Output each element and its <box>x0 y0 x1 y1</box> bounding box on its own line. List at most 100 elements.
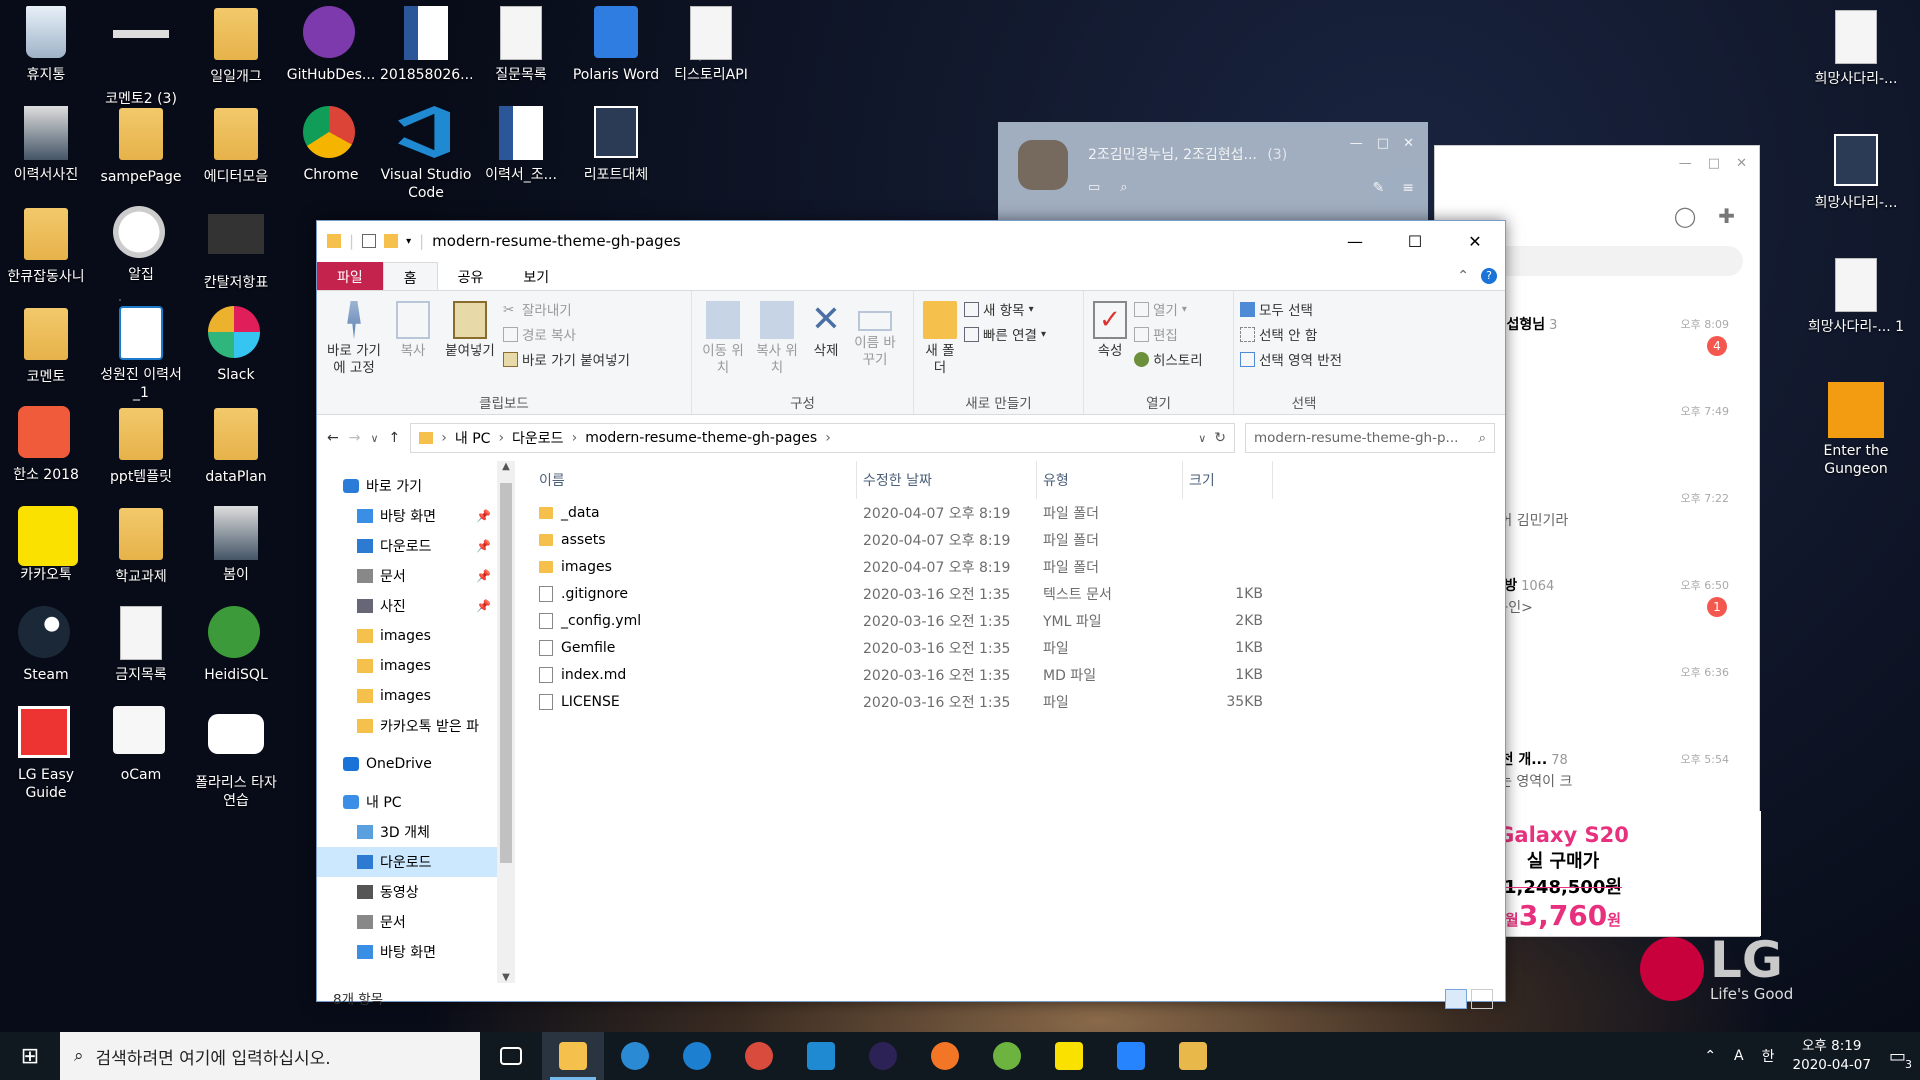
taskbar-eclipse[interactable] <box>852 1032 914 1080</box>
nav-item[interactable]: 다운로드 <box>317 847 497 877</box>
desktop-icon[interactable]: 한소 2018 <box>0 406 92 484</box>
nav-item[interactable]: 바탕 화면 <box>317 937 497 967</box>
pin-quick-access-button[interactable]: 바로 가기에 고정 <box>323 297 385 394</box>
nav-item[interactable]: 문서 📌 <box>317 561 497 591</box>
nav-item[interactable]: images <box>317 681 497 711</box>
select-all-button[interactable]: 모두 선택 <box>1240 299 1342 319</box>
address-dropdown-icon[interactable]: ∨ <box>1198 432 1206 445</box>
desktop-icon[interactable]: 201858026... <box>380 6 472 84</box>
nav-item[interactable]: 바로 가기 <box>317 471 497 501</box>
minimize-icon[interactable]: — <box>1350 136 1363 151</box>
taskbar-kakaotalk[interactable] <box>1038 1032 1100 1080</box>
up-icon[interactable]: ↑ <box>389 430 401 446</box>
desktop-icon[interactable]: Polaris Word <box>570 6 662 84</box>
invert-selection-button[interactable]: 선택 영역 반전 <box>1240 349 1342 369</box>
file-row[interactable]: Gemfile 2020-03-16 오전 1:35 파일 1KB <box>533 634 1505 661</box>
open-button[interactable]: 열기 ▾ <box>1134 299 1203 319</box>
copy-to-button[interactable]: 복사 위치 <box>752 297 802 394</box>
desktop-icon[interactable]: Enter the Gungeon <box>1806 382 1906 478</box>
column-type[interactable]: 유형 <box>1037 461 1183 499</box>
desktop-icon[interactable]: 리포트대체 <box>570 106 662 184</box>
desktop-icon[interactable]: 금지목록 <box>95 606 187 684</box>
new-folder-icon[interactable] <box>384 234 399 248</box>
taskbar-internet-explorer[interactable] <box>604 1032 666 1080</box>
taskbar-paint[interactable] <box>1162 1032 1224 1080</box>
tab-view[interactable]: 보기 <box>503 262 569 290</box>
column-date[interactable]: 수정한 날짜 <box>857 461 1037 499</box>
collapse-ribbon-icon[interactable]: ⌃ <box>1457 268 1469 284</box>
qat-dropdown-icon[interactable]: ▾ <box>406 236 411 247</box>
breadcrumb-downloads[interactable]: 다운로드 <box>512 428 564 448</box>
address-bar[interactable]: › 내 PC › 다운로드 › modern-resume-theme-gh-p… <box>410 423 1235 453</box>
desktop-icon[interactable]: 성원진 이력서_1 <box>95 306 187 402</box>
maximize-icon[interactable]: □ <box>1377 136 1389 151</box>
nav-scrollbar[interactable]: ▲ ▼ <box>497 461 515 983</box>
taskbar-vscode[interactable] <box>790 1032 852 1080</box>
select-none-button[interactable]: 선택 안 함 <box>1240 324 1342 344</box>
desktop-icon[interactable]: 이력서_조... <box>475 106 567 184</box>
copy-button[interactable]: 복사 <box>389 297 437 394</box>
close-icon[interactable]: ✕ <box>1403 136 1414 151</box>
desktop-icon[interactable]: 칸탈저항표 <box>190 206 282 292</box>
column-size[interactable]: 크기 <box>1183 461 1273 499</box>
file-row[interactable]: index.md 2020-03-16 오전 1:35 MD 파일 1KB <box>533 661 1505 688</box>
desktop-icon[interactable]: 티스토리API <box>665 6 757 84</box>
new-chat-icon[interactable]: ✚ <box>1718 204 1735 228</box>
properties-icon[interactable] <box>362 234 377 248</box>
nav-item[interactable]: 동영상 <box>317 877 497 907</box>
clock[interactable]: 오후 8:19 2020-04-07 <box>1793 1037 1871 1075</box>
desktop-icon[interactable]: 한큐잡동사니 <box>0 206 92 286</box>
properties-button[interactable]: ✓ 속성 <box>1090 297 1130 394</box>
nav-item[interactable]: 카카오톡 받은 파 <box>317 711 497 741</box>
paste-button[interactable]: 붙여넣기 <box>441 297 499 394</box>
desktop-icon[interactable]: Steam <box>0 606 92 684</box>
back-icon[interactable]: ← <box>327 430 339 446</box>
scroll-down-icon[interactable]: ▼ <box>497 972 515 983</box>
desktop-icon[interactable]: 카카오톡 <box>0 506 92 584</box>
desktop-icon[interactable]: LG Easy Guide <box>0 706 92 802</box>
ime-mode-a[interactable]: A <box>1734 1048 1744 1064</box>
desktop-icon[interactable]: oCam <box>95 706 187 784</box>
history-button[interactable]: 히스토리 <box>1134 349 1203 369</box>
cut-button[interactable]: ✂ 잘라내기 <box>503 299 630 320</box>
nav-item[interactable]: 문서 <box>317 907 497 937</box>
forward-icon[interactable]: → <box>349 430 361 446</box>
menu-icon[interactable]: ≡ <box>1402 180 1414 196</box>
desktop-icon[interactable]: GitHubDes... <box>285 6 377 84</box>
tab-share[interactable]: 공유 <box>438 262 504 290</box>
column-name[interactable]: 이름 <box>533 461 857 499</box>
easy-access-button[interactable]: 빠른 연결 ▾ <box>964 324 1046 344</box>
kakao-group-chat-window[interactable]: 2조김민경누님, 2조김현섭... (3) — □ ✕ ▭ ⌕ ✎ ≡ <box>998 122 1428 222</box>
maximize-button[interactable]: ☐ <box>1385 221 1445 261</box>
desktop-icon[interactable]: Chrome <box>285 106 377 184</box>
desktop-icon[interactable]: 희망사다리-... <box>1806 134 1906 212</box>
nav-item[interactable]: 바탕 화면 📌 <box>317 501 497 531</box>
close-icon[interactable]: ✕ <box>1736 156 1747 171</box>
tab-file[interactable]: 파일 <box>317 262 383 290</box>
scroll-up-icon[interactable]: ▲ <box>497 461 515 472</box>
delete-button[interactable]: ✕ 삭제 <box>806 297 846 394</box>
rename-button[interactable]: 이름 바꾸기 <box>850 297 900 394</box>
chevron-up-icon[interactable]: ⌃ <box>1704 1048 1716 1064</box>
mute-icon[interactable]: ✎ <box>1373 180 1385 196</box>
nav-item[interactable]: OneDrive <box>317 749 497 779</box>
desktop-icon[interactable]: 알집 <box>95 206 187 284</box>
paste-shortcut-button[interactable]: 바로 가기 붙여넣기 <box>503 349 630 369</box>
taskbar-search[interactable]: ⌕ 검색하려면 여기에 입력하십시오. <box>60 1032 480 1080</box>
taskbar-sourcetree[interactable] <box>1100 1032 1162 1080</box>
desktop-icon[interactable]: 희망사다리-... <box>1806 10 1906 88</box>
desktop-icon[interactable]: 코멘토2 (3) <box>95 6 187 108</box>
open-chat-icon[interactable]: ◯ <box>1674 204 1696 228</box>
recent-locations-icon[interactable]: ∨ <box>370 432 378 445</box>
desktop-icon[interactable]: 질문목록 <box>475 6 567 84</box>
desktop-icon[interactable]: 봄이 <box>190 506 282 584</box>
start-button[interactable]: ⊞ <box>0 1032 60 1080</box>
new-folder-button[interactable]: 새 폴더 <box>920 297 960 394</box>
minimize-icon[interactable]: — <box>1679 156 1692 171</box>
close-button[interactable]: ✕ <box>1445 221 1505 261</box>
details-view-icon[interactable] <box>1445 989 1467 1009</box>
nav-item[interactable]: 내 PC <box>317 787 497 817</box>
refresh-icon[interactable]: ↻ <box>1214 430 1226 446</box>
taskbar-file-explorer[interactable] <box>542 1032 604 1080</box>
maximize-icon[interactable]: □ <box>1708 156 1720 171</box>
